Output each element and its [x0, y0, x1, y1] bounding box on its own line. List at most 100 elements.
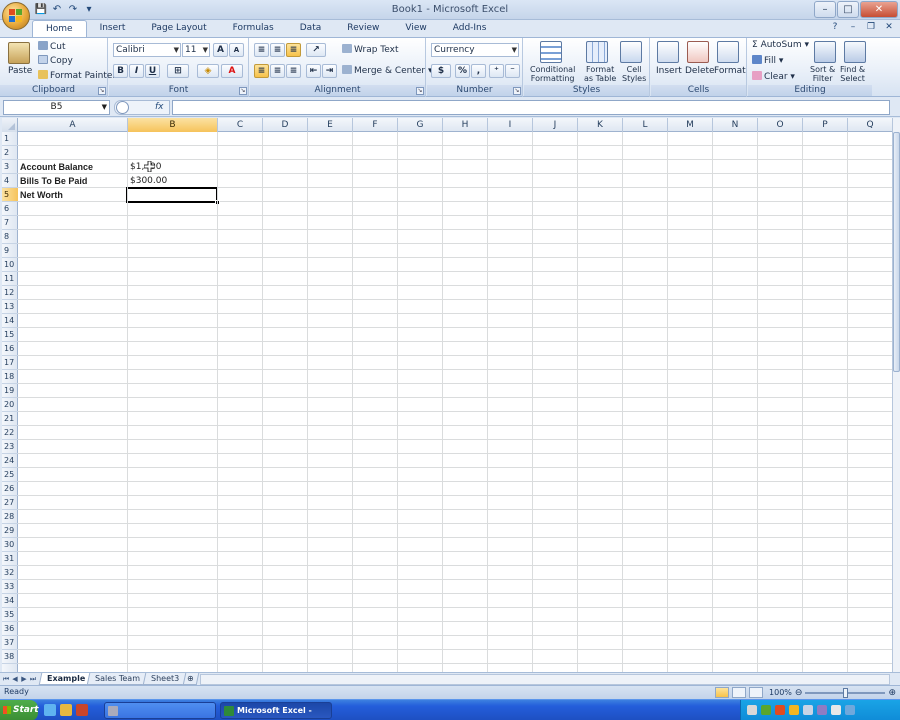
increase-indent-icon[interactable]: ⇥ — [322, 64, 337, 78]
insert-button[interactable]: Insert — [656, 66, 682, 76]
tab-view[interactable]: View — [392, 20, 439, 37]
formula-input[interactable] — [172, 100, 890, 115]
tray-icon[interactable] — [775, 705, 785, 715]
column-header-b[interactable]: B — [128, 118, 218, 132]
row-header-10[interactable]: 10 — [2, 258, 18, 272]
sheet-tab-sheet3[interactable]: Sheet3 — [142, 673, 188, 685]
next-sheet-icon[interactable]: ▶ — [20, 674, 28, 684]
minimize-button[interactable]: – — [814, 1, 836, 18]
underline-button[interactable]: U — [145, 64, 160, 78]
column-header-m[interactable]: M — [668, 118, 713, 132]
insert-cells-icon[interactable] — [657, 41, 679, 63]
row-header-14[interactable]: 14 — [2, 314, 18, 328]
row-header-20[interactable]: 20 — [2, 398, 18, 412]
row-header-23[interactable]: 23 — [2, 440, 18, 454]
delete-button[interactable]: Delete — [685, 66, 715, 76]
sheet-tab-example[interactable]: Example — [38, 673, 94, 685]
column-header-a[interactable]: A — [18, 118, 128, 132]
clipboard-launcher-icon[interactable]: ↘ — [98, 87, 106, 95]
row-header-8[interactable]: 8 — [2, 230, 18, 244]
cell-A5[interactable]: Net Worth — [20, 188, 63, 202]
task-other-window[interactable] — [104, 702, 216, 719]
comma-button[interactable]: , — [471, 64, 486, 78]
column-header-n[interactable]: N — [713, 118, 758, 132]
row-header-5[interactable]: 5 — [2, 188, 18, 202]
scroll-thumb[interactable] — [893, 132, 900, 372]
format-as-table-button[interactable]: Format as Table — [584, 65, 616, 83]
italic-button[interactable]: I — [129, 64, 144, 78]
row-header-18[interactable]: 18 — [2, 370, 18, 384]
column-header-d[interactable]: D — [263, 118, 308, 132]
zoom-out-icon[interactable]: ⊖ — [795, 688, 803, 698]
page-layout-view-icon[interactable] — [731, 687, 746, 698]
row-header-25[interactable]: 25 — [2, 468, 18, 482]
number-format-select[interactable]: Currency ▼ — [431, 43, 519, 57]
align-middle-icon[interactable]: ≡ — [270, 43, 285, 57]
row-header-36[interactable]: 36 — [2, 622, 18, 636]
merge-center-button[interactable]: Merge & Center ▾ — [342, 65, 433, 76]
sort-filter-icon[interactable] — [814, 41, 836, 63]
wrap-text-button[interactable]: Wrap Text — [342, 44, 399, 55]
align-bottom-icon[interactable]: ≡ — [286, 43, 301, 57]
column-header-q[interactable]: Q — [848, 118, 892, 132]
vertical-scrollbar[interactable] — [892, 118, 900, 672]
row-header-1[interactable]: 1 — [2, 132, 18, 146]
tray-icon[interactable] — [789, 705, 799, 715]
zoom-in-icon[interactable]: ⊕ — [888, 688, 896, 698]
select-all-button[interactable] — [2, 118, 18, 132]
bold-button[interactable]: B — [113, 64, 128, 78]
tray-icon[interactable] — [803, 705, 813, 715]
delete-cells-icon[interactable] — [687, 41, 709, 63]
row-header-30[interactable]: 30 — [2, 538, 18, 552]
tab-review[interactable]: Review — [334, 20, 392, 37]
conditional-formatting-icon[interactable] — [540, 41, 562, 63]
chevron-down-icon[interactable]: ▼ — [102, 101, 107, 114]
active-cell-B5[interactable] — [126, 187, 218, 203]
tab-insert[interactable]: Insert — [87, 20, 139, 37]
tray-icon[interactable] — [831, 705, 841, 715]
row-header-26[interactable]: 26 — [2, 482, 18, 496]
row-header-37[interactable]: 37 — [2, 636, 18, 650]
find-select-button[interactable]: Find & Select — [840, 65, 865, 83]
column-header-o[interactable]: O — [758, 118, 803, 132]
paste-icon[interactable] — [8, 42, 30, 64]
tab-page-layout[interactable]: Page Layout — [138, 20, 219, 37]
format-cells-icon[interactable] — [717, 41, 739, 63]
page-break-view-icon[interactable] — [748, 687, 763, 698]
name-box[interactable]: B5 ▼ — [3, 100, 110, 115]
row-header-16[interactable]: 16 — [2, 342, 18, 356]
row-header-29[interactable]: 29 — [2, 524, 18, 538]
tab-formulas[interactable]: Formulas — [220, 20, 287, 37]
browser-launch-icon[interactable] — [44, 704, 56, 716]
start-button[interactable]: Start — [0, 700, 39, 720]
media-launch-icon[interactable] — [76, 704, 88, 716]
align-center-icon[interactable]: ≡ — [270, 64, 285, 78]
decrease-indent-icon[interactable]: ⇤ — [306, 64, 321, 78]
cell-styles-button[interactable]: Cell Styles — [622, 65, 646, 83]
conditional-formatting-button[interactable]: Conditional Formatting — [530, 65, 575, 83]
column-header-p[interactable]: P — [803, 118, 848, 132]
maximize-button[interactable]: □ — [837, 1, 859, 18]
currency-button[interactable]: $ — [431, 64, 451, 78]
row-header-19[interactable]: 19 — [2, 384, 18, 398]
row-header-22[interactable]: 22 — [2, 426, 18, 440]
worksheet-grid[interactable]: ABCDEFGHIJKLMNOPQ 1 2 3 4 5 6 7 8 9 10 11 12 13 14 15 1… — [2, 118, 892, 672]
task-excel[interactable]: Microsoft Excel - Book1 — [220, 702, 332, 719]
align-right-icon[interactable]: ≡ — [286, 64, 301, 78]
row-header-34[interactable]: 34 — [2, 594, 18, 608]
cell-A4[interactable]: Bills To Be Paid — [20, 174, 87, 188]
cut-button[interactable]: Cut — [38, 41, 66, 52]
sort-filter-button[interactable]: Sort & Filter — [810, 65, 835, 83]
row-header-15[interactable]: 15 — [2, 328, 18, 342]
column-header-l[interactable]: L — [623, 118, 668, 132]
row-header-6[interactable]: 6 — [2, 202, 18, 216]
row-header-3[interactable]: 3 — [2, 160, 18, 174]
font-launcher-icon[interactable]: ↘ — [239, 87, 247, 95]
font-color-icon[interactable]: A — [221, 64, 243, 78]
column-header-g[interactable]: G — [398, 118, 443, 132]
column-header-f[interactable]: F — [353, 118, 398, 132]
row-header-32[interactable]: 32 — [2, 566, 18, 580]
tab-home[interactable]: Home — [32, 20, 87, 37]
cell-A3[interactable]: Account Balance — [20, 160, 93, 174]
row-header-4[interactable]: 4 — [2, 174, 18, 188]
